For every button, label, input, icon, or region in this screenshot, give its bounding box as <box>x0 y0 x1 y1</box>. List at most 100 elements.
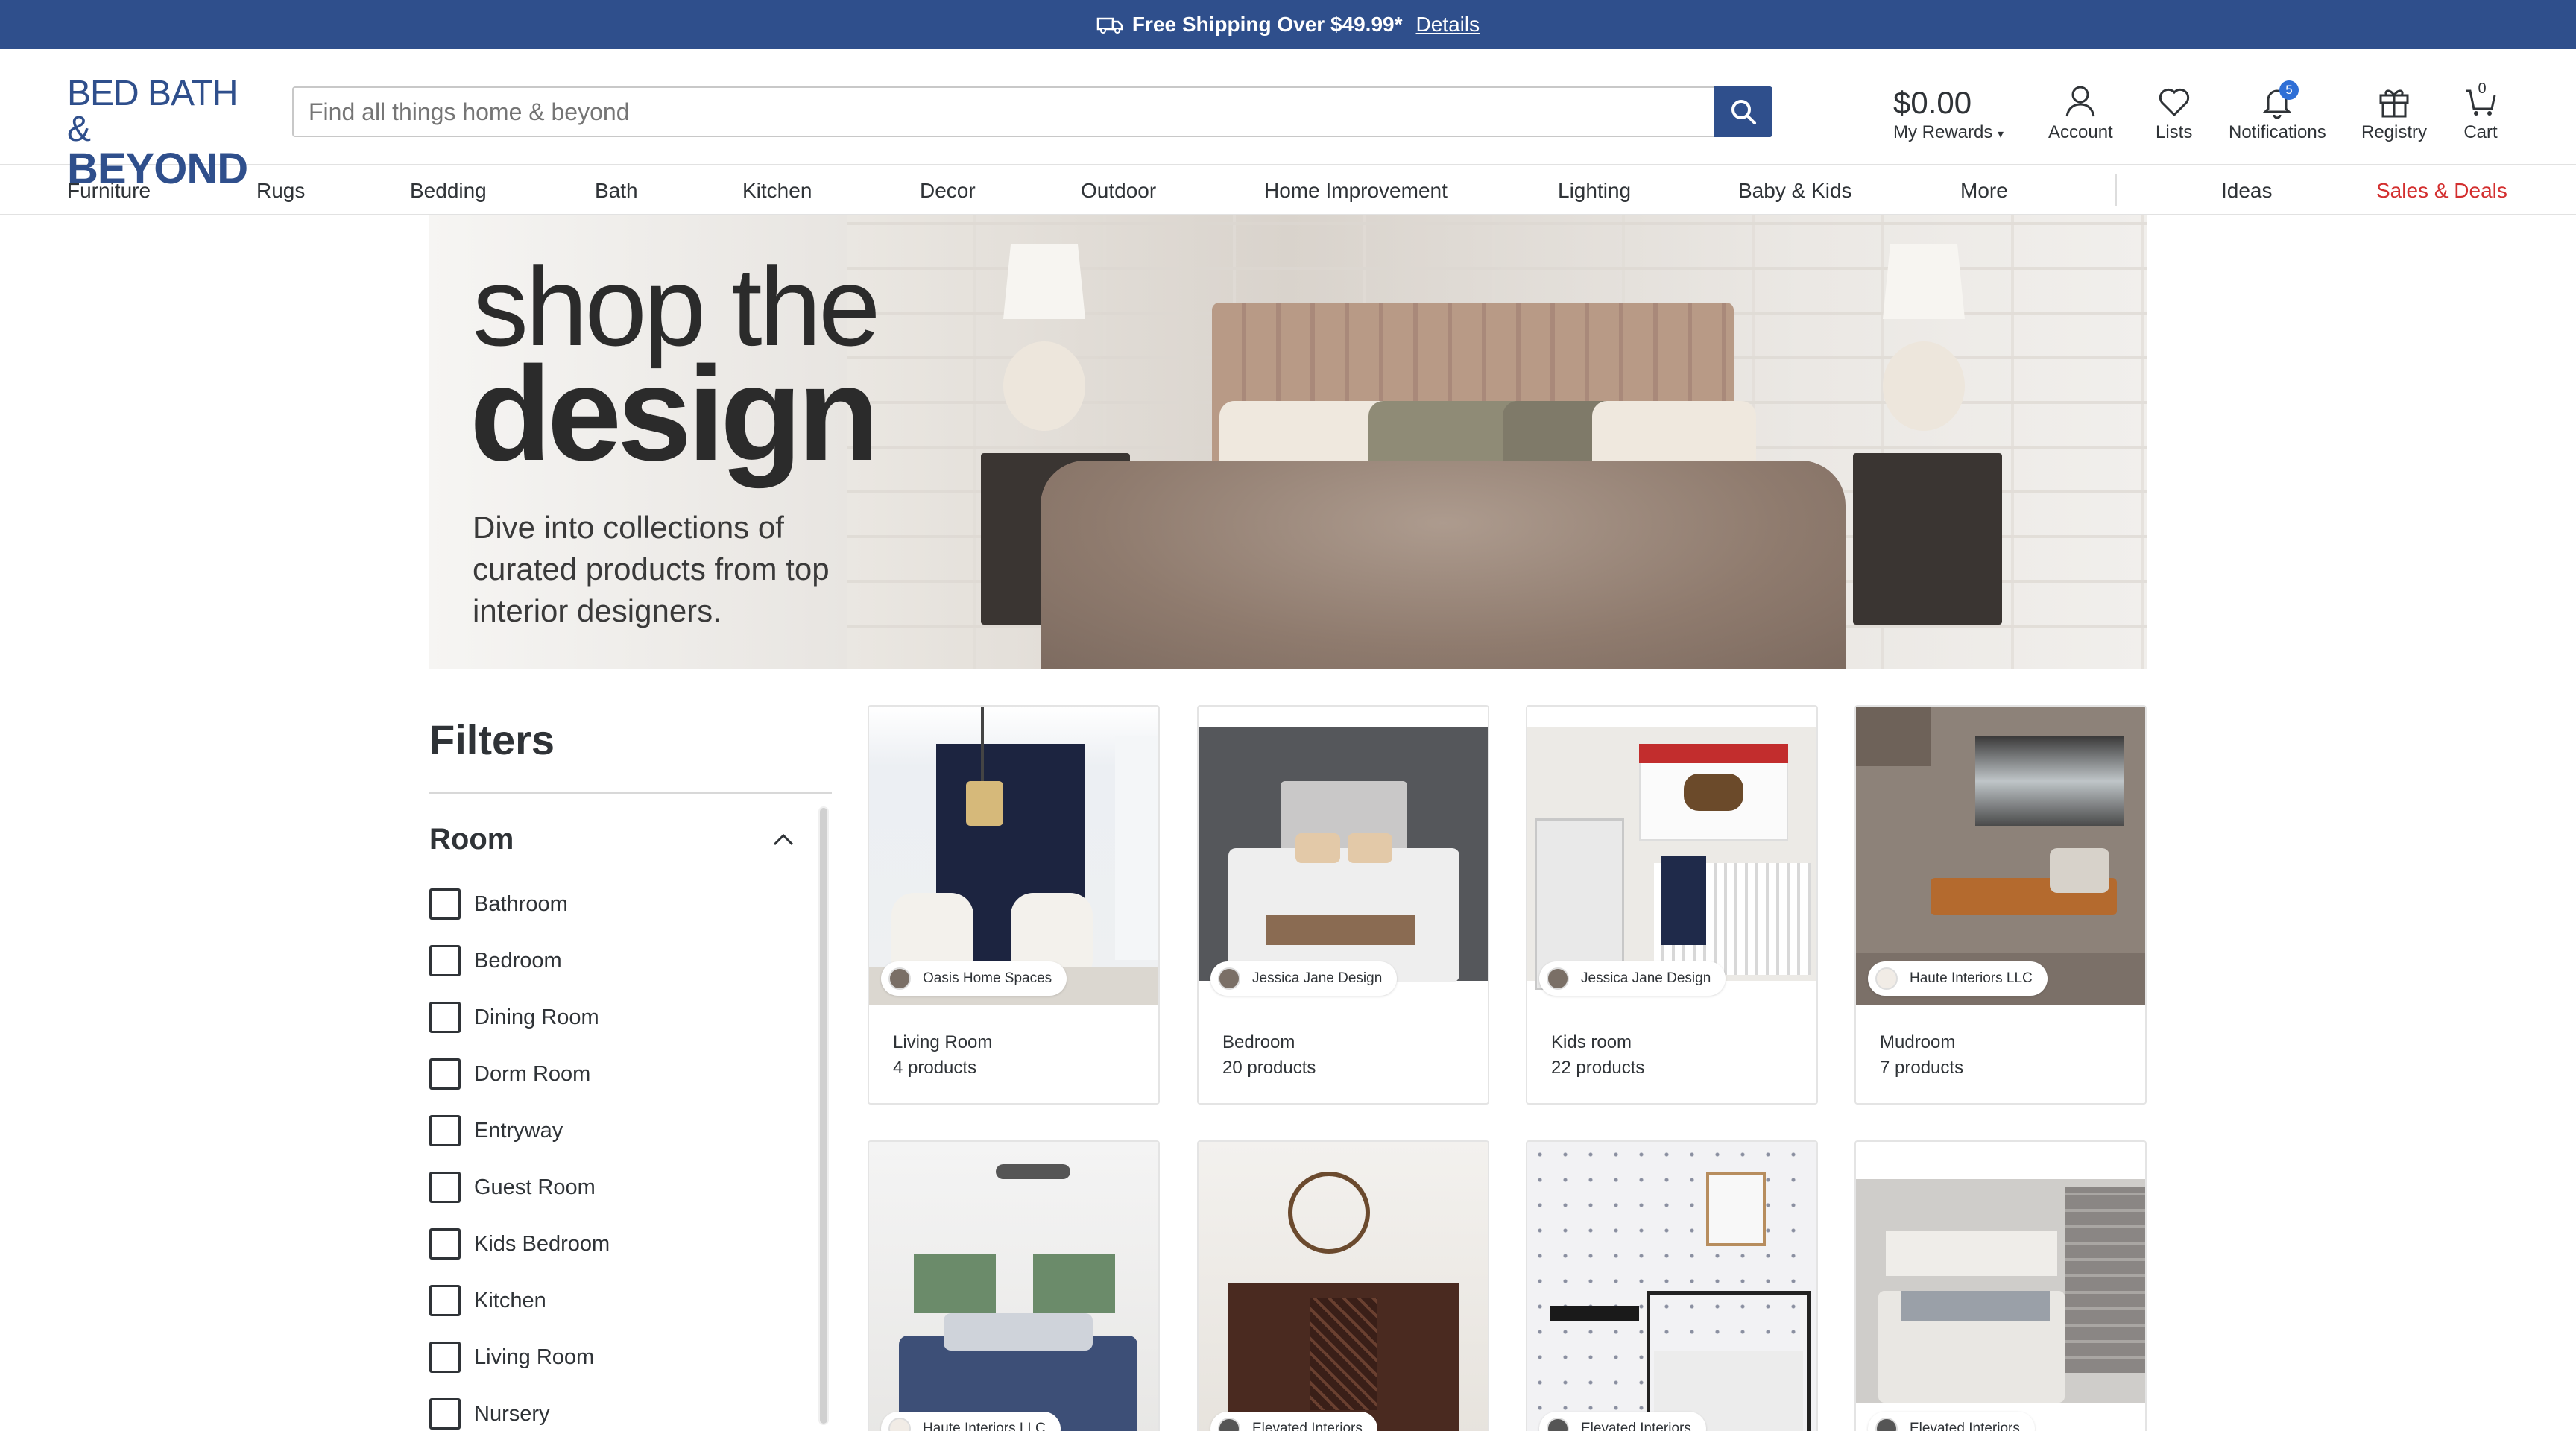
design-card[interactable]: Haute Interiors LLC Mudroom 7 products <box>1854 705 2147 1105</box>
checkbox[interactable] <box>429 1002 461 1033</box>
nav-divider <box>2115 174 2117 206</box>
designer-avatar <box>1547 1418 1569 1431</box>
notifications-label: Notifications <box>2229 122 2326 142</box>
room-option-kids-bedroom[interactable]: Kids Bedroom <box>429 1228 610 1260</box>
nav-item-baby-kids[interactable]: Baby & Kids <box>1738 179 1852 203</box>
hero-bed <box>1041 461 1846 669</box>
account-button[interactable]: Account <box>2048 83 2113 143</box>
cart-count-badge: 0 <box>2478 80 2487 97</box>
nav-item-more[interactable]: More <box>1960 179 2008 203</box>
hero-title-line2: design <box>470 339 880 489</box>
search-button[interactable] <box>1714 86 1772 137</box>
hero-banner[interactable]: shop the design Dive into collections of… <box>429 215 2147 669</box>
notifications-badge: 5 <box>2279 80 2299 100</box>
nav-item-bedding[interactable]: Bedding <box>410 179 487 203</box>
lists-button[interactable]: Lists <box>2156 83 2192 143</box>
checkbox[interactable] <box>429 1398 461 1430</box>
room-option-label: Guest Room <box>474 1175 596 1199</box>
filter-scrollbar-thumb[interactable] <box>820 808 827 1424</box>
account-label: Account <box>2048 122 2113 142</box>
designer-tag[interactable]: Haute Interiors LLC <box>881 1412 1061 1431</box>
search-input[interactable] <box>294 88 1771 136</box>
design-card-count: 20 products <box>1222 1058 1316 1078</box>
nav-item-rugs[interactable]: Rugs <box>256 179 305 203</box>
registry-label: Registry <box>2361 122 2428 142</box>
room-option-label: Entryway <box>474 1118 564 1143</box>
checkbox[interactable] <box>429 945 461 976</box>
design-card-meta: Living Room 4 products <box>893 1030 992 1081</box>
rewards-label: My Rewards <box>1893 122 1993 142</box>
room-option-living-room[interactable]: Living Room <box>429 1342 594 1373</box>
checkbox[interactable] <box>429 888 461 920</box>
search-bar <box>292 86 1772 137</box>
nav-item-sales-deals[interactable]: Sales & Deals <box>2376 179 2507 203</box>
checkbox[interactable] <box>429 1285 461 1316</box>
designer-tag[interactable]: Elevated Interiors <box>1539 1412 1706 1431</box>
designer-tag[interactable]: Elevated Interiors <box>1868 1412 2035 1431</box>
designer-tag[interactable]: Jessica Jane Design <box>1539 961 1726 996</box>
checkbox[interactable] <box>429 1058 461 1090</box>
filters-divider <box>429 792 832 794</box>
nav-item-decor[interactable]: Decor <box>920 179 976 203</box>
design-card-meta: Bedroom 20 products <box>1222 1030 1316 1081</box>
designer-name: Jessica Jane Design <box>1252 970 1383 986</box>
designer-avatar <box>1218 1418 1240 1431</box>
nav-item-kitchen[interactable]: Kitchen <box>742 179 812 203</box>
nav-item-outdoor[interactable]: Outdoor <box>1081 179 1156 203</box>
cart-label: Cart <box>2463 122 2498 142</box>
room-option-label: Dining Room <box>474 1005 599 1029</box>
account-icon <box>2065 86 2095 117</box>
nav-item-furniture[interactable]: Furniture <box>67 179 151 203</box>
registry-button[interactable]: Registry <box>2361 83 2427 143</box>
checkbox[interactable] <box>429 1228 461 1260</box>
checkbox[interactable] <box>429 1172 461 1203</box>
nav-item-lighting[interactable]: Lighting <box>1558 179 1631 203</box>
hero-description: Dive into collections of curated product… <box>473 510 830 628</box>
room-option-entryway[interactable]: Entryway <box>429 1115 563 1146</box>
promo-details-link[interactable]: Details <box>1416 13 1480 37</box>
nav-item-bath[interactable]: Bath <box>595 179 638 203</box>
filters-title: Filters <box>429 716 555 763</box>
designer-avatar <box>1875 967 1898 990</box>
rewards-widget[interactable]: $0.00 My Rewards ▾ <box>1893 85 2004 143</box>
designer-avatar <box>1875 1418 1898 1431</box>
nav-item-ideas[interactable]: Ideas <box>2221 179 2273 203</box>
room-option-dorm-room[interactable]: Dorm Room <box>429 1058 590 1090</box>
designer-tag[interactable]: Haute Interiors LLC <box>1868 961 2048 996</box>
room-filter-title[interactable]: Room <box>429 823 514 856</box>
design-card[interactable]: Elevated Interiors <box>1526 1140 1818 1431</box>
design-card-image: Elevated Interiors <box>1199 1142 1488 1431</box>
design-card[interactable]: Jessica Jane Design Bedroom 20 products <box>1197 705 1489 1105</box>
room-option-nursery[interactable]: Nursery <box>429 1398 550 1430</box>
designer-avatar <box>888 967 911 990</box>
designer-avatar <box>1218 967 1240 990</box>
room-option-bathroom[interactable]: Bathroom <box>429 888 568 920</box>
room-option-guest-room[interactable]: Guest Room <box>429 1172 596 1203</box>
room-option-kitchen[interactable]: Kitchen <box>429 1285 546 1316</box>
designer-tag[interactable]: Oasis Home Spaces <box>881 961 1067 996</box>
designer-tag[interactable]: Jessica Jane Design <box>1210 961 1398 996</box>
checkbox[interactable] <box>429 1342 461 1373</box>
designer-tag[interactable]: Elevated Interiors <box>1210 1412 1377 1431</box>
hero-lamp-right <box>1883 244 1965 431</box>
room-option-dining-room[interactable]: Dining Room <box>429 1002 599 1033</box>
design-card[interactable]: Haute Interiors LLC <box>868 1140 1160 1431</box>
hero-lamp-left <box>1003 244 1085 431</box>
rewards-amount: $0.00 <box>1893 85 1972 120</box>
design-card[interactable]: Jessica Jane Design Kids room 22 product… <box>1526 705 1818 1105</box>
promo-text: Free Shipping Over $49.99* <box>1131 13 1403 36</box>
design-card[interactable]: Elevated Interiors <box>1197 1140 1489 1431</box>
design-card[interactable]: Elevated Interiors <box>1854 1140 2147 1431</box>
room-option-label: Bathroom <box>474 891 568 916</box>
notifications-button[interactable]: Notifications <box>2229 83 2326 143</box>
checkbox[interactable] <box>429 1115 461 1146</box>
room-option-bedroom[interactable]: Bedroom <box>429 945 562 976</box>
design-card-room: Kids room <box>1551 1032 1632 1052</box>
chevron-down-icon: ▾ <box>1998 128 2004 141</box>
nav-item-home-improvement[interactable]: Home Improvement <box>1264 179 1448 203</box>
chevron-up-icon[interactable] <box>772 832 795 847</box>
design-card-count: 22 products <box>1551 1058 1645 1078</box>
design-card-image: Haute Interiors LLC <box>869 1142 1158 1431</box>
design-card[interactable]: Oasis Home Spaces Living Room 4 products <box>868 705 1160 1105</box>
design-card-room: Bedroom <box>1222 1032 1295 1052</box>
